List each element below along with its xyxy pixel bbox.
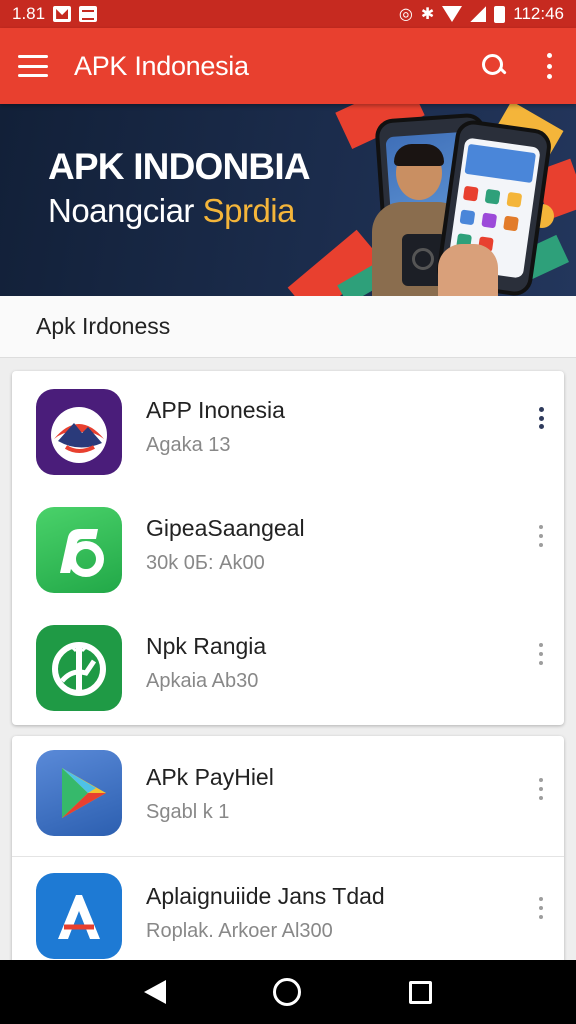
item-overflow-icon[interactable] (536, 407, 546, 429)
green-app-icon (36, 507, 122, 593)
app-bar: APK Indonesia (0, 28, 576, 104)
recent-apps-icon[interactable] (409, 980, 433, 1004)
item-overflow-icon[interactable] (536, 778, 546, 800)
item-overflow-icon[interactable] (536, 525, 546, 547)
app-subtitle: 30k 0Б: Ak00 (146, 552, 265, 574)
message-notification-icon (79, 6, 98, 22)
app-list-card: APP Inonesia Agaka 13 GipeaSaangeal 30k … (12, 371, 564, 725)
home-icon[interactable] (273, 978, 302, 1006)
app-title: APK Indonesia (74, 50, 249, 81)
hamburger-menu-icon[interactable] (18, 55, 48, 77)
status-bar: 1.81 ◎ ✱ 112:46 (0, 0, 576, 28)
app-title: Aplaignuiide Jans Tdad (146, 883, 385, 909)
banner-subtitle-part1: Noangciar (48, 192, 203, 229)
status-time: 112:46 (513, 4, 564, 23)
android-app-icon (36, 625, 122, 711)
app-title: GipeaSaangeal (146, 515, 305, 541)
banner-subtitle: Noangciar Sprdia (48, 192, 295, 230)
system-navigation-bar (0, 960, 576, 1024)
app-list-item[interactable]: GipeaSaangeal 30k 0Б: Ak00 (12, 489, 564, 607)
app-title: Npk Rangia (146, 633, 267, 659)
mountain-logo-icon (36, 389, 122, 475)
hand-illustration (438, 244, 498, 296)
app-subtitle: Roplak. Arkoer Al300 (146, 920, 333, 942)
app-subtitle: Sgabl k 1 (146, 801, 230, 823)
banner-subtitle-accent: Sprdia (202, 192, 296, 229)
app-list-item[interactable]: APk PayHiel Sgabl k 1 (12, 736, 564, 854)
app-title: APk PayHiel (146, 764, 274, 790)
promo-banner[interactable]: APK INDONBIA Noangciar Sprdia (0, 104, 576, 296)
section-title: Apk Irdoness (0, 296, 576, 358)
mail-notification-icon (53, 6, 72, 22)
wifi-icon (442, 6, 463, 22)
app-subtitle: Apkaia Ab30 (146, 670, 259, 692)
app-list-card: APk PayHiel Sgabl k 1 Aplaignuiide Jans … (12, 736, 564, 966)
app-store-a-icon (36, 873, 122, 959)
app-subtitle: Agaka 13 (146, 434, 231, 456)
app-list-item[interactable]: Aplaignuiide Jans Tdad Roplak. Arkoer Al… (12, 857, 564, 975)
app-list-item[interactable]: APP Inonesia Agaka 13 (12, 371, 564, 489)
overflow-menu-icon[interactable] (540, 53, 558, 79)
nfc-icon: ◎ (398, 6, 413, 23)
search-icon[interactable] (480, 52, 508, 80)
back-icon[interactable] (143, 980, 166, 1004)
item-overflow-icon[interactable] (536, 643, 546, 665)
cell-signal-icon (470, 6, 487, 22)
battery-icon (494, 5, 506, 23)
app-list-item[interactable]: Npk Rangia Apkaia Ab30 (12, 607, 564, 725)
item-overflow-icon[interactable] (536, 897, 546, 919)
play-store-icon (36, 750, 122, 836)
bluetooth-icon: ✱ (420, 6, 435, 23)
app-title: APP Inonesia (146, 397, 285, 423)
status-left-text: 1.81 (12, 4, 46, 23)
banner-title: APK INDONBIA (48, 146, 311, 187)
